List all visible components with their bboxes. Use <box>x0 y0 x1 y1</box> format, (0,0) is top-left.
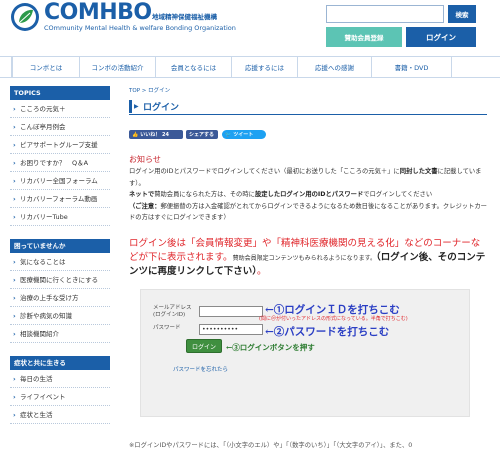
sidebar-item-forum-video[interactable]: リカバリーフォーラム動画 <box>10 190 110 208</box>
page-title-text: ログイン <box>143 103 180 113</box>
tweet-label: ツイート <box>233 132 254 138</box>
sidebar-item-qa[interactable]: お困りですか？ Q＆A <box>10 154 110 172</box>
sidebar-item-recovery-forum[interactable]: リカバリー全国フォーラム <box>10 172 110 190</box>
page-title: ▶ ログイン <box>129 99 487 115</box>
notice-body: ログイン用のIDとパスワードでログインしてください（最初にお送りした「こころの元… <box>129 166 487 224</box>
sidebar-item-combotei[interactable]: こんぼ亭月例会 <box>10 118 110 136</box>
bird-icon: 🐦 <box>225 131 232 138</box>
password-field[interactable]: •••••••••• <box>199 324 263 335</box>
email-label: メールアドレス (ログインID) <box>153 305 192 318</box>
annotation-1-note: (間に＠が付いったアドレスの形式になっている。半角で打ちこむ) <box>259 316 408 322</box>
title-bar-decoration <box>129 100 132 113</box>
nav-item-membership[interactable]: 会員となるには <box>156 57 232 77</box>
nav-spacer <box>0 57 12 77</box>
sidebar-item-recovery-tube[interactable]: リカバリーTube <box>10 208 110 226</box>
tweet-button[interactable]: 🐦 ツイート <box>222 130 266 139</box>
notice-line-3: （ご注意：郵便振替の方は入金確認がとれてからログインできるようになるため数日後に… <box>129 202 487 222</box>
sidebar-item-treatment[interactable]: 治療の上手な受け方 <box>10 289 110 307</box>
logo-subtitle: COmmunity Mental Health & welfare Bondin… <box>44 24 236 32</box>
notice-line-2: ネットで賛助会員になられた方は、その時に設定したログイン用のIDとパスワードでロ… <box>129 191 433 198</box>
footer-note: ※ログインIDやパスワードには、「（小文字のエル）や」「（数字のいち）」「（大文… <box>129 442 413 449</box>
life-heading: 症状と共に生きる <box>10 356 110 370</box>
sidebar-item-visit-clinic[interactable]: 医療機関に行くときにする <box>10 271 110 289</box>
register-member-button[interactable]: 賛助会員登録 <box>326 27 402 47</box>
nav-item-activities[interactable]: コンボの活動紹介 <box>80 57 156 77</box>
notice-heading: お知らせ <box>129 155 161 164</box>
annotation-2: ←②パスワードを打ちこむ <box>265 326 390 338</box>
chevron-right-icon: ▶ <box>134 103 139 110</box>
nav-item-books-dvd[interactable]: 書籍・DVD <box>372 57 452 77</box>
sidebar-item-life-events[interactable]: ライフイベント <box>10 388 110 406</box>
sidebar-item-kokoro[interactable]: こころの元気＋ <box>10 100 110 118</box>
nav-item-support[interactable]: 応援するには <box>232 57 298 77</box>
sidebar-item-consult[interactable]: 相談機関紹介 <box>10 325 110 343</box>
search-button[interactable]: 検索 <box>448 5 476 23</box>
annotation-3: ←③ログインボタンを押す <box>226 343 315 352</box>
topics-heading: TOPICS <box>10 86 110 100</box>
site-header: COMHBO 地域精神保健福祉機構 COmmunity Mental Healt… <box>0 0 500 52</box>
search-input[interactable] <box>326 5 444 23</box>
logo-leaf-icon[interactable] <box>10 2 40 32</box>
global-nav: コンボとは コンボの活動紹介 会員となるには 応援するには 応援への感謝 書籍・… <box>0 56 500 78</box>
sidebar-item-daily-life[interactable]: 毎日の生活 <box>10 370 110 388</box>
sidebar-item-peer-support[interactable]: ピアサポートグループ支援 <box>10 136 110 154</box>
login-submit-button[interactable]: ログイン <box>186 339 222 353</box>
breadcrumb[interactable]: TOP > ログイン <box>129 86 170 94</box>
facebook-like-button[interactable]: 👍 いいね！ 24 <box>129 130 183 139</box>
header-login-button[interactable]: ログイン <box>406 27 476 47</box>
email-field[interactable] <box>199 306 263 317</box>
sidebar-item-diagnosis[interactable]: 診断や病気の知識 <box>10 307 110 325</box>
nav-item-about[interactable]: コンボとは <box>12 57 80 77</box>
forgot-password-link[interactable]: パスワードを忘れたら <box>173 365 228 373</box>
thumbs-up-icon: 👍 <box>132 131 139 138</box>
sidebar-item-symptoms[interactable]: 症状と生活 <box>10 406 110 424</box>
login-form: メールアドレス (ログインID) パスワード •••••••••• ログイン パ… <box>140 289 470 417</box>
trouble-heading: 困っていませんか <box>10 239 110 253</box>
after-login-message: ログイン後は「会員情報変更」や「精神科医療機関の見える化」などのコーナーなどが下… <box>129 238 486 277</box>
facebook-share-button[interactable]: シェアする <box>186 130 218 139</box>
sidebar-item-concerns[interactable]: 気になることは <box>10 253 110 271</box>
logo-japanese-name: 地域精神保健福祉機構 <box>152 13 217 21</box>
nav-item-thanks[interactable]: 応援への感謝 <box>298 57 372 77</box>
password-label: パスワード <box>153 325 181 331</box>
like-label: いいね！ 24 <box>140 132 169 138</box>
logo-text[interactable]: COMHBO <box>44 2 152 24</box>
sidebar: TOPICS こころの元気＋ こんぼ亭月例会 ピアサポートグループ支援 お困りで… <box>10 86 110 424</box>
notice-line-1: ログイン用のIDとパスワードでログインしてください（最初にお送りした「こころの元… <box>129 168 482 187</box>
